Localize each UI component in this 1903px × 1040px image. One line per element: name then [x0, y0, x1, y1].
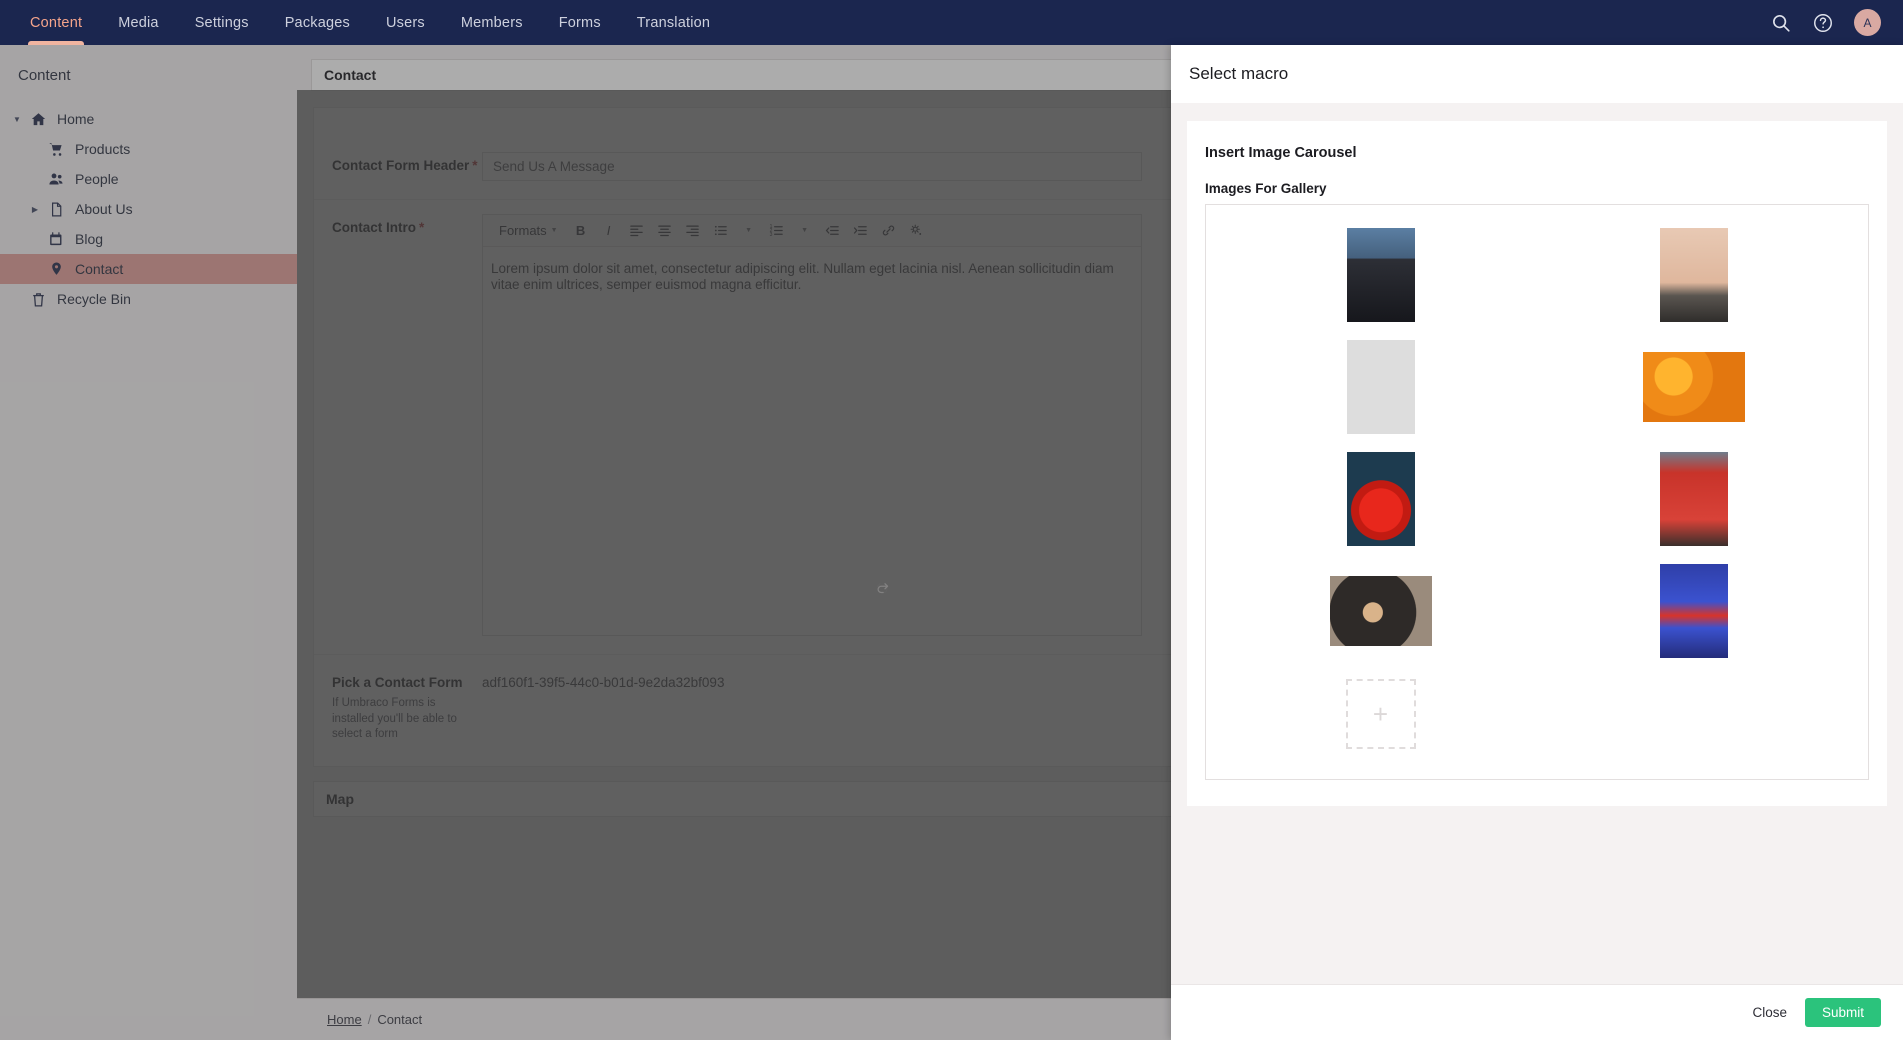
- nav-item-members[interactable]: Members: [443, 0, 541, 45]
- search-icon[interactable]: [1770, 12, 1792, 34]
- red-suit-photo[interactable]: [1660, 452, 1728, 546]
- nav-item-forms[interactable]: Forms: [541, 0, 619, 45]
- orange-balls-photo[interactable]: [1643, 352, 1745, 422]
- close-button[interactable]: Close: [1752, 1005, 1787, 1020]
- modal-overlay[interactable]: [0, 45, 1171, 1040]
- panel-content: Insert Image Carousel Images For Gallery…: [1171, 103, 1903, 984]
- astronaut-photo[interactable]: [1347, 228, 1415, 322]
- panel-footer: Close Submit: [1171, 984, 1903, 1040]
- macro-name: Insert Image Carousel: [1205, 145, 1869, 161]
- submit-button[interactable]: Submit: [1805, 998, 1881, 1027]
- nav-item-translation[interactable]: Translation: [619, 0, 728, 45]
- nav-item-media[interactable]: Media: [100, 0, 177, 45]
- image-gallery: +: [1205, 204, 1869, 780]
- help-circle-icon[interactable]: [1812, 12, 1834, 34]
- panel-title: Select macro: [1171, 45, 1903, 103]
- umbraco-backoffice: ContentMediaSettingsPackagesUsersMembers…: [0, 0, 1903, 1040]
- plus-icon: +: [1373, 701, 1388, 727]
- top-navigation: ContentMediaSettingsPackagesUsersMembers…: [0, 0, 1903, 45]
- macro-card: Insert Image Carousel Images For Gallery…: [1187, 121, 1887, 806]
- top-nav-actions: A: [1770, 0, 1903, 45]
- nav-item-packages[interactable]: Packages: [267, 0, 368, 45]
- select-macro-panel: Select macro Insert Image Carousel Image…: [1171, 45, 1903, 1040]
- nav-item-content[interactable]: Content: [12, 0, 100, 45]
- images-for-gallery-label: Images For Gallery: [1205, 181, 1869, 196]
- nav-item-users[interactable]: Users: [368, 0, 443, 45]
- blue-jersey-photo[interactable]: [1660, 564, 1728, 658]
- nav-item-settings[interactable]: Settings: [177, 0, 267, 45]
- red-ball-photo[interactable]: [1347, 452, 1415, 546]
- add-image-tile[interactable]: +: [1346, 679, 1416, 749]
- avatar[interactable]: A: [1854, 9, 1881, 36]
- vinyl-record-photo[interactable]: [1330, 576, 1432, 646]
- tattoo-leg-photo[interactable]: [1660, 228, 1728, 322]
- top-nav-items: ContentMediaSettingsPackagesUsersMembers…: [0, 0, 728, 45]
- white-sneaker-photo[interactable]: [1347, 340, 1415, 434]
